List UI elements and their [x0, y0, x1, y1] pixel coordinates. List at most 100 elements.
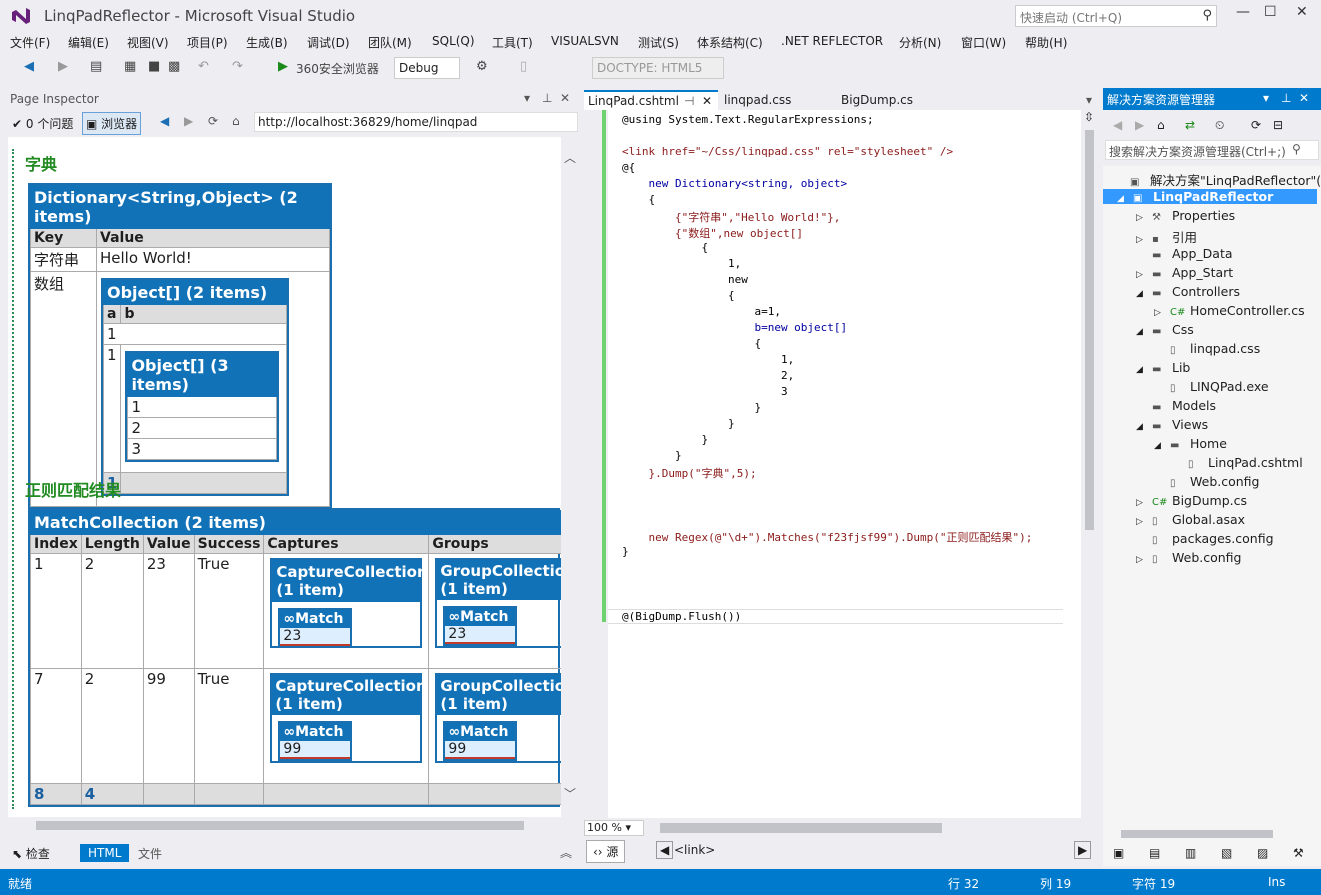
tree-item[interactable]: ▷ ▬ App_Start [1136, 265, 1233, 280]
tab-linqpad-css[interactable]: linqpad.css [724, 93, 791, 107]
panel-close-icon[interactable]: ✕ [560, 91, 570, 105]
minimize-button[interactable]: — [1236, 4, 1250, 20]
start-icon[interactable]: ▶ [278, 59, 288, 74]
menu-edit[interactable]: 编辑(E) [68, 34, 109, 51]
redo-icon[interactable]: ↷ [232, 59, 243, 74]
editor-vertical-scrollbar[interactable]: ⇳ [1082, 110, 1098, 818]
breadcrumb[interactable]: <link> [674, 843, 715, 857]
tree-item[interactable]: ▣ 解决方案"LinqPadReflector"(1 个 [1114, 170, 1321, 189]
se-dropdown-icon[interactable]: ▾ [1263, 91, 1269, 105]
tree-item[interactable]: ▷ C# HomeController.cs [1154, 303, 1305, 318]
menu-reflector[interactable]: .NET REFLECTOR [781, 34, 883, 48]
back-icon[interactable]: ◀ [24, 59, 34, 74]
menu-view[interactable]: 视图(V) [127, 34, 169, 51]
props-icon[interactable]: ▧ [1221, 846, 1232, 860]
tree-item[interactable]: ▯ LinqPad.cshtml [1172, 455, 1303, 470]
menu-debug[interactable]: 调试(D) [307, 34, 350, 51]
zoom-select[interactable]: 100 % ▾ [584, 820, 644, 836]
se-history-icon[interactable]: ⏲ [1215, 118, 1224, 133]
tool-icon[interactable]: ⚙ [476, 59, 488, 74]
team-icon[interactable]: ▥ [1185, 846, 1196, 860]
forward-icon[interactable]: ▶ [58, 59, 68, 74]
menu-file[interactable]: 文件(F) [10, 34, 50, 51]
class-icon[interactable]: ▨ [1257, 846, 1268, 860]
tree-item[interactable]: ▬ App_Data [1136, 246, 1233, 261]
expander-icon[interactable]: ▷ [1136, 213, 1152, 223]
scroll-down-icon[interactable]: ﹀ [564, 785, 576, 802]
menu-sql[interactable]: SQL(Q) [432, 34, 475, 48]
panel-dropdown-icon[interactable]: ▾ [524, 91, 530, 105]
expand-icon[interactable]: ︽ [560, 844, 572, 861]
scroll-thumb[interactable] [1121, 830, 1273, 838]
se-sync-icon[interactable]: ⇄ [1185, 118, 1195, 132]
tree-item[interactable]: ▷ ▪ 引用 [1136, 227, 1197, 246]
home-icon[interactable]: ⌂ [232, 114, 240, 128]
issues-label[interactable]: ✔ 0 个问题 [12, 115, 73, 132]
save-all-icon[interactable]: ▩ [168, 59, 180, 74]
file-tab[interactable]: 文件 [138, 845, 162, 862]
expander-icon[interactable]: ▷ [1136, 555, 1152, 565]
menu-build[interactable]: 生成(B) [246, 34, 288, 51]
refresh-icon[interactable]: ⟳ [208, 114, 218, 128]
new-project-icon[interactable]: ▤ [90, 59, 102, 74]
menu-team[interactable]: 团队(M) [368, 34, 412, 51]
scroll-up-icon[interactable]: ︿ [564, 149, 576, 166]
menu-window[interactable]: 窗口(W) [961, 34, 1006, 51]
expander-icon[interactable]: ▷ [1136, 270, 1152, 280]
tree-item[interactable]: ▯ LINQPad.exe [1154, 379, 1269, 394]
expander-icon[interactable]: ▷ [1136, 235, 1152, 245]
close-button[interactable]: ✕ [1296, 4, 1308, 20]
tree-item[interactable]: ▯ Web.config [1154, 474, 1259, 489]
tree-item[interactable]: ▷ ⚒ Properties [1136, 208, 1235, 223]
se-pin-icon[interactable]: ⊥ [1281, 91, 1291, 105]
config-select[interactable]: Debug [394, 57, 460, 79]
menu-help[interactable]: 帮助(H) [1025, 34, 1067, 51]
scroll-thumb[interactable] [1085, 130, 1094, 530]
se-back-icon[interactable]: ◀ [1113, 118, 1122, 132]
pi-horizontal-scrollbar[interactable] [18, 818, 548, 832]
open-icon[interactable]: ▦ [124, 59, 136, 74]
pi-back-icon[interactable]: ◀ [160, 114, 169, 128]
tree-item[interactable]: ▷ C# BigDump.cs [1136, 493, 1247, 508]
tree-item[interactable]: ◢ ▬ Css [1136, 322, 1194, 337]
wrench-icon[interactable]: ⚒ [1293, 846, 1304, 860]
code-editor[interactable]: @using System.Text.RegularExpressions; <l… [608, 110, 1081, 818]
maximize-button[interactable]: ☐ [1264, 4, 1277, 20]
expander-icon[interactable]: ◢ [1117, 194, 1133, 204]
server-icon[interactable]: ▤ [1149, 846, 1160, 860]
menu-test[interactable]: 测试(S) [638, 34, 679, 51]
scroll-thumb[interactable] [36, 821, 524, 830]
browser-button[interactable]: ▣ 浏览器 [82, 112, 142, 135]
tree-item[interactable]: ◢ ▬ Views [1136, 417, 1208, 432]
se-search-input[interactable]: 搜索解决方案资源管理器(Ctrl+;) ⚲ [1105, 140, 1319, 160]
tree-item[interactable]: ◢ ▬ Controllers [1136, 284, 1240, 299]
expander-icon[interactable]: ◢ [1136, 365, 1152, 375]
se-hscroll[interactable] [1103, 828, 1309, 840]
undo-icon[interactable]: ↶ [198, 59, 209, 74]
menu-project[interactable]: 项目(P) [187, 34, 228, 51]
se-forward-icon[interactable]: ▶ [1135, 118, 1144, 132]
expander-icon[interactable]: ▷ [1154, 308, 1170, 318]
pin-icon[interactable]: ⊣ [684, 94, 694, 108]
split-icon[interactable]: ⇳ [1084, 110, 1094, 124]
nav-next-icon[interactable]: ▶ [1074, 841, 1092, 859]
toolbox-icon[interactable]: ▣ [1113, 846, 1124, 860]
se-home-icon[interactable]: ⌂ [1157, 118, 1165, 132]
editor-hscroll-thumb[interactable] [660, 823, 942, 833]
tab-overflow-icon[interactable]: ▾ [1086, 93, 1092, 107]
tree-item[interactable]: ▯ packages.config [1136, 531, 1274, 546]
quick-launch-input[interactable]: 快速启动 (Ctrl+Q) ⚲ [1015, 5, 1217, 27]
tree-item[interactable]: ◢ ▬ Lib [1136, 360, 1190, 375]
comment-icon[interactable]: ▯ [520, 59, 527, 74]
pi-vertical-scrollbar[interactable]: ︿ ﹀ [562, 147, 578, 802]
expander-icon[interactable]: ▷ [1136, 517, 1152, 527]
tab-close-icon[interactable]: ✕ [702, 94, 712, 108]
expander-icon[interactable]: ▷ [1136, 498, 1152, 508]
expander-icon[interactable]: ◢ [1136, 422, 1152, 432]
se-refresh-icon[interactable]: ⟳ [1251, 118, 1261, 132]
save-icon[interactable]: ■ [148, 59, 160, 74]
html-tab[interactable]: HTML [80, 844, 130, 862]
doctype-select[interactable]: DOCTYPE: HTML5 [592, 57, 724, 79]
expander-icon[interactable]: ◢ [1136, 327, 1152, 337]
tree-item[interactable]: ◢ ▬ Home [1154, 436, 1227, 451]
